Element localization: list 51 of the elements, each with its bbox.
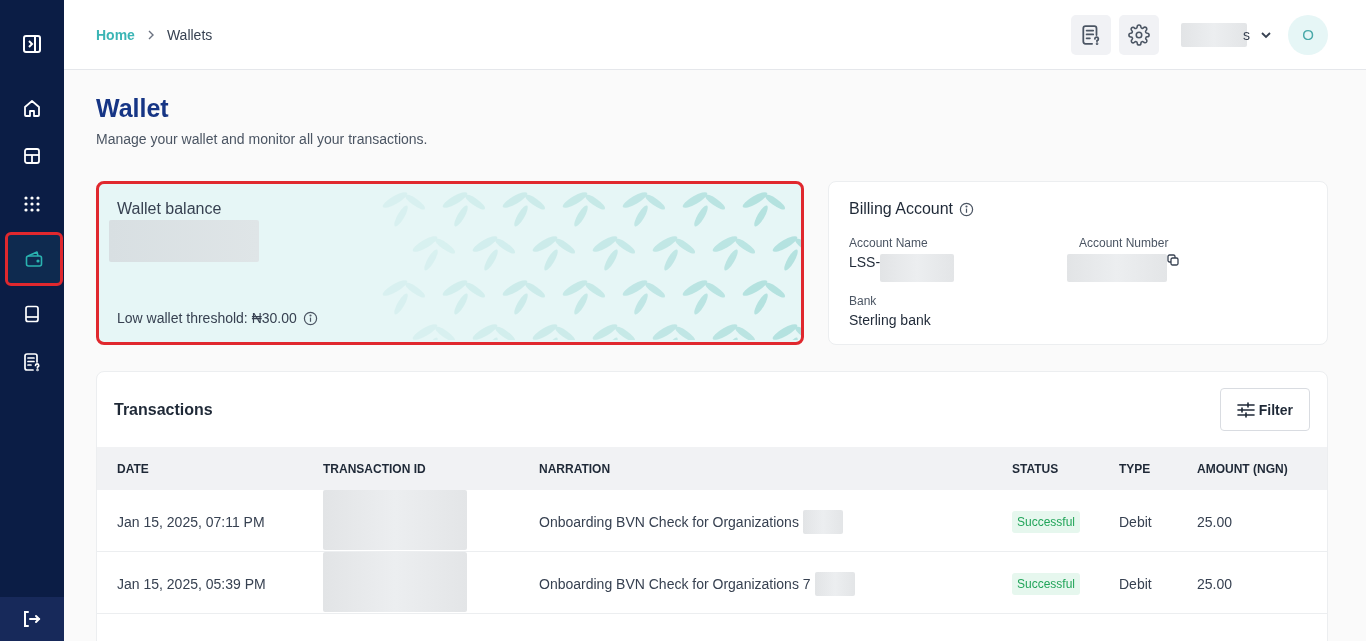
logout-icon	[22, 609, 42, 629]
column-header: TYPE	[1119, 461, 1152, 476]
field-label: Account Name	[849, 236, 929, 250]
table-cell: Onboarding BVN Check for Organizations 7	[539, 575, 811, 592]
info-icon[interactable]	[302, 310, 318, 326]
layout-icon	[22, 146, 42, 166]
sidebar-toggle-icon[interactable]	[22, 34, 42, 54]
threshold-text: Low wallet threshold: ₦30.00	[117, 310, 297, 326]
billing-title: Billing Account	[849, 200, 954, 218]
table-cell-text: Jan 15, 2025, 05:39 PM	[117, 575, 267, 592]
column-header: DATE	[117, 461, 150, 476]
field-label: Account Number	[1079, 236, 1170, 250]
table-cell-text: Debit	[1119, 513, 1153, 530]
grid-dots-icon	[23, 195, 41, 213]
table-cell-text: Jan 15, 2025, 07:11 PM	[117, 513, 266, 530]
page-title: Wallet	[96, 94, 170, 123]
status-badge: Successful	[1012, 510, 1081, 533]
filter-icon	[1236, 401, 1255, 418]
home-icon	[22, 98, 42, 118]
info-icon[interactable]	[959, 201, 975, 217]
status-badge: Successful	[1012, 572, 1081, 595]
wallet-icon	[24, 249, 44, 269]
help-report-button[interactable]	[1071, 14, 1111, 55]
wallet-balance-label: Wallet balance	[117, 200, 223, 218]
settings-button[interactable]	[1119, 14, 1159, 55]
page-subtitle: Manage your wallet and monitor all your transactions.	[96, 131, 429, 147]
chevron-right-icon	[146, 29, 155, 40]
column-header: TRANSACTION ID	[323, 461, 427, 476]
table-cell-text: 25.00	[1197, 575, 1234, 592]
column-header: NARRATION	[539, 461, 612, 476]
field-label: Bank	[849, 294, 878, 308]
column-header: AMOUNT (NGN)	[1197, 461, 1289, 476]
blurred-block	[802, 509, 843, 534]
logout-button[interactable]	[0, 597, 64, 641]
report-help-icon	[22, 352, 42, 372]
column-header: STATUS	[1012, 461, 1060, 476]
settings-icon	[1128, 23, 1150, 46]
field-value: Sterling bank	[849, 312, 931, 328]
field-value: LSS-	[849, 254, 881, 270]
copy-icon[interactable]	[1167, 254, 1179, 266]
table-cell-text: Debit	[1119, 575, 1153, 592]
table-cell: Onboarding BVN Check for Organizations	[539, 513, 799, 530]
user-menu[interactable]: s	[1181, 22, 1272, 47]
book-icon	[22, 304, 42, 324]
chevron-down-icon	[1260, 30, 1272, 39]
report-help-icon	[1080, 23, 1102, 46]
filter-button[interactable]: Filter	[1219, 388, 1310, 431]
breadcrumb-current: Wallets	[166, 26, 213, 43]
transactions-title: Transactions	[114, 400, 213, 419]
table-cell-text: 25.00	[1197, 513, 1234, 530]
blurred-block	[814, 571, 855, 596]
